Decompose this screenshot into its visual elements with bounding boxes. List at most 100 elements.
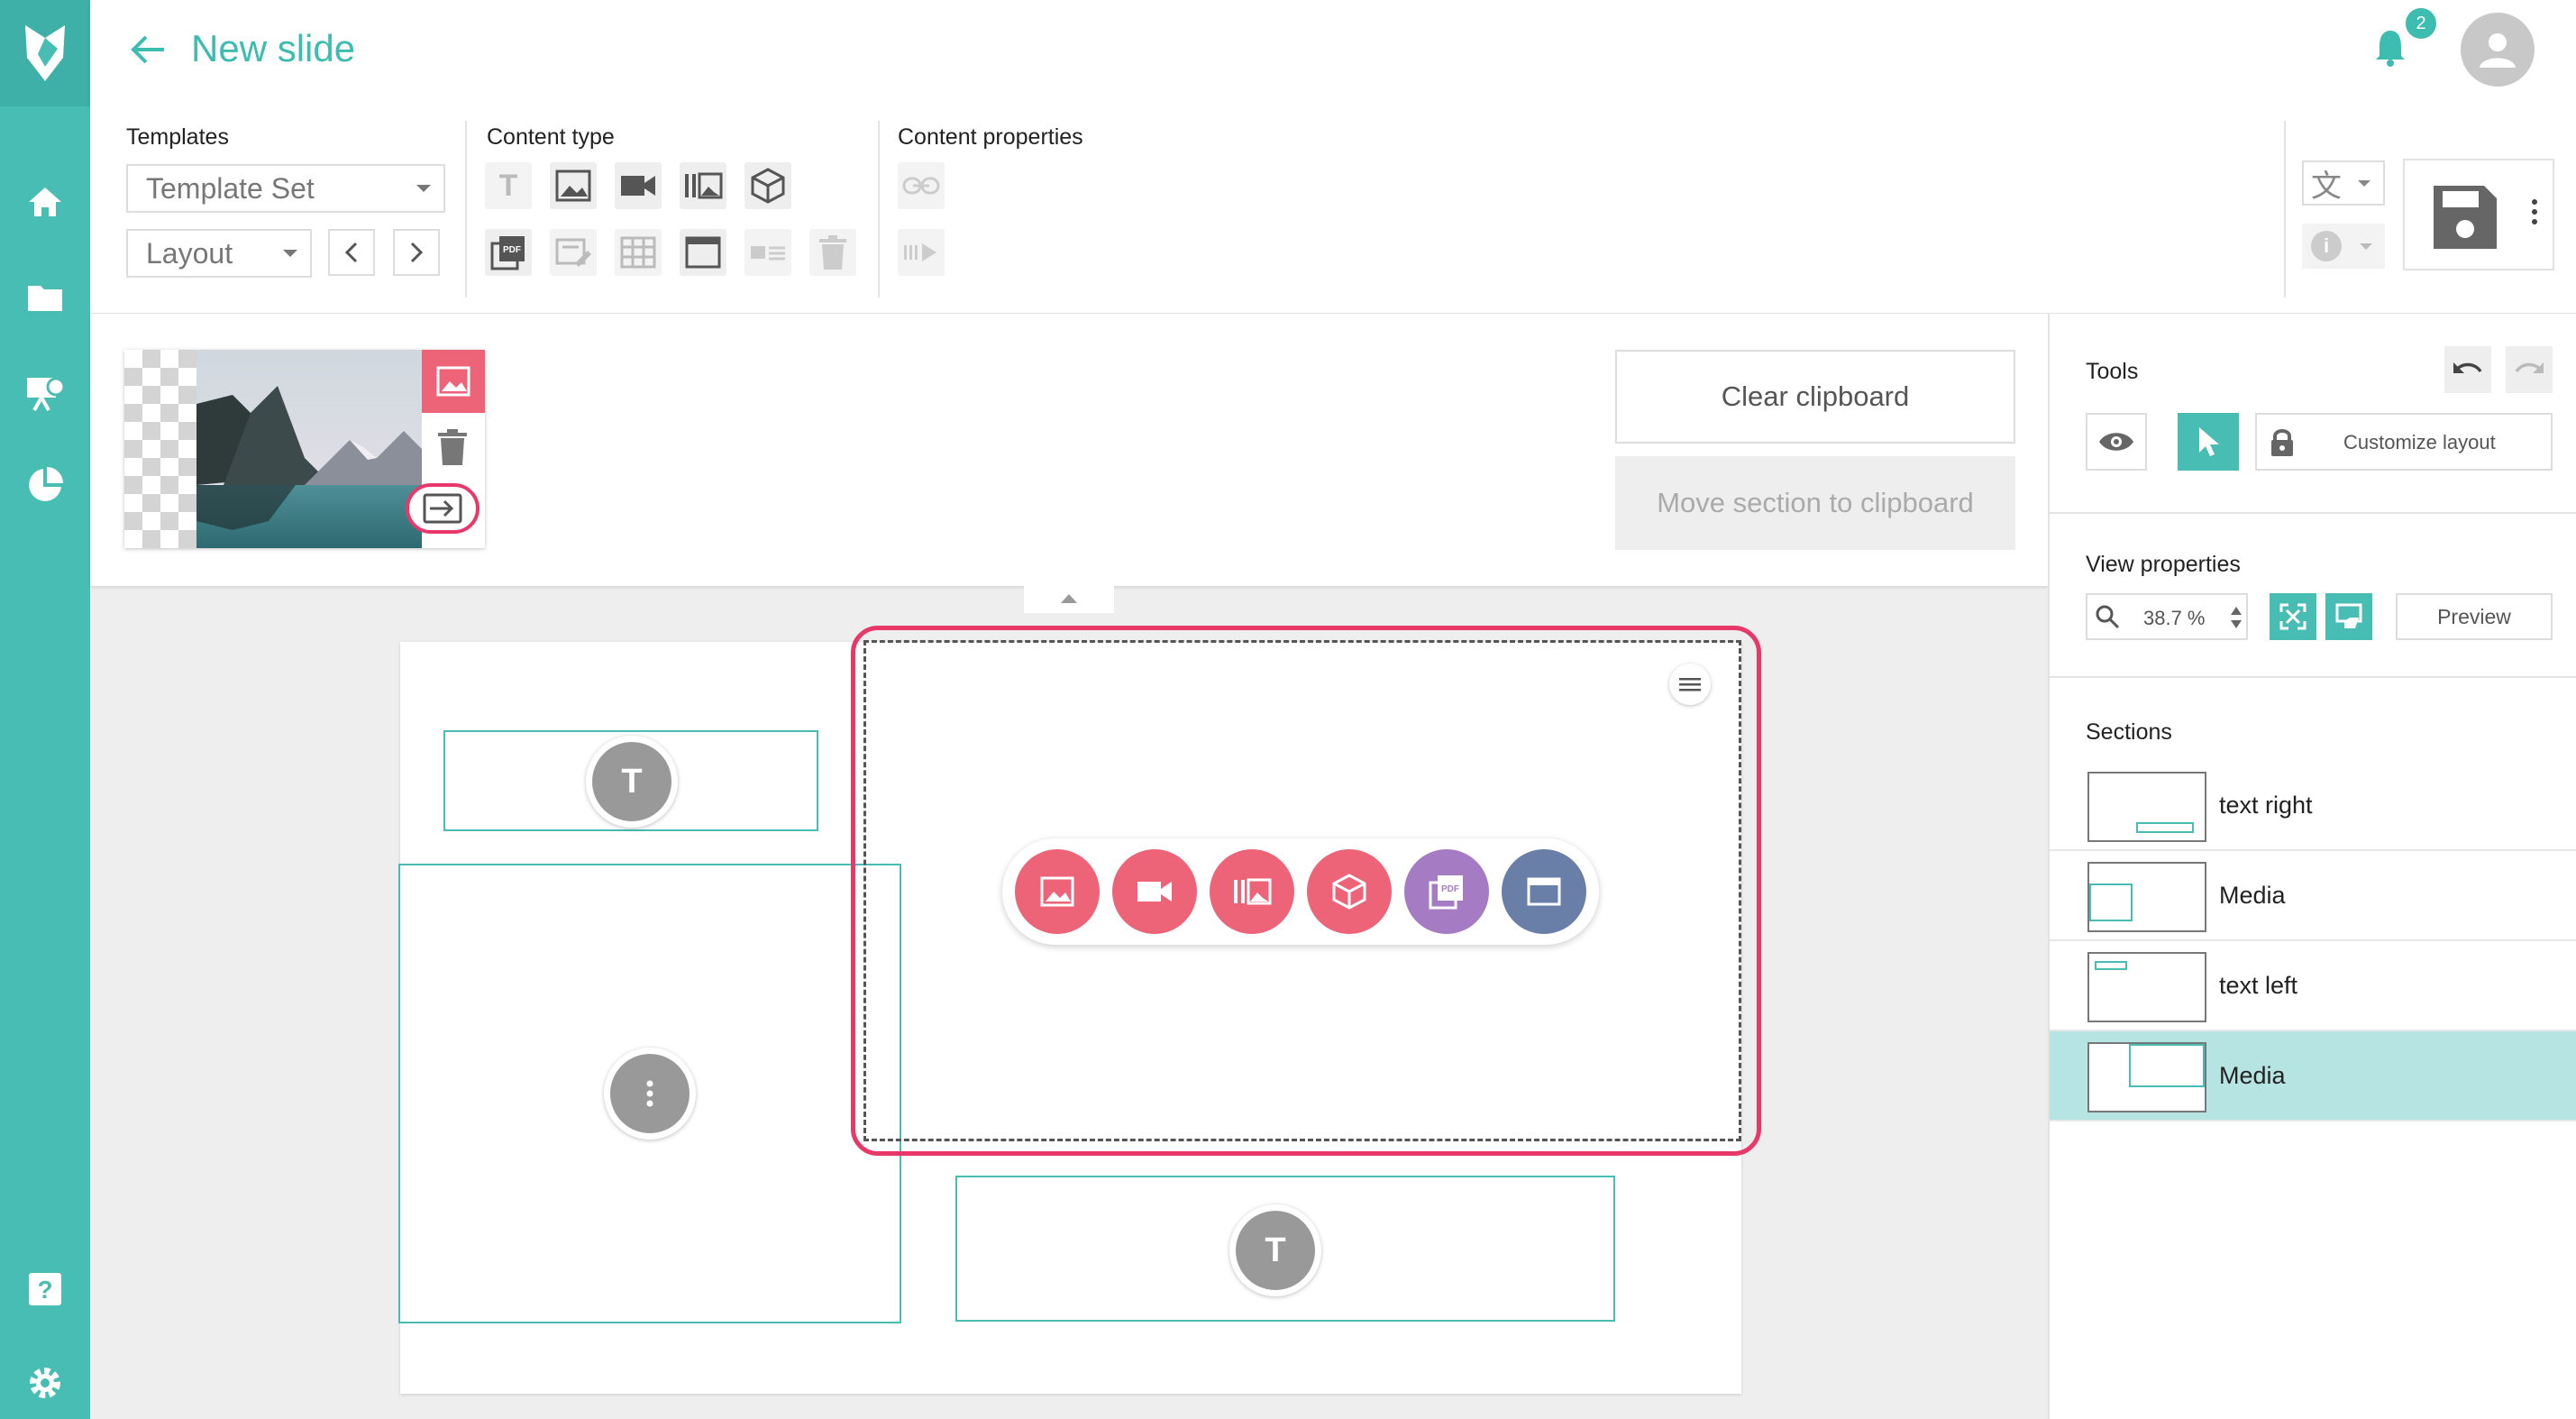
table-icon[interactable]	[615, 229, 662, 276]
view-properties-label: View properties	[2086, 552, 2241, 577]
section-item[interactable]: Media	[2050, 851, 2576, 941]
bell-icon[interactable]	[2372, 27, 2408, 69]
save-button[interactable]	[2403, 159, 2554, 270]
undo-icon[interactable]	[2444, 346, 2491, 393]
text-glyph-icon: T	[592, 742, 671, 821]
fit-screen-icon[interactable]	[2270, 593, 2316, 640]
fox-logo-icon[interactable]	[0, 0, 90, 106]
section-name: Media	[2219, 1062, 2286, 1089]
page-title: New slide	[191, 27, 356, 69]
more-vert-icon[interactable]	[2531, 198, 2538, 225]
clipboard-item[interactable]	[124, 350, 485, 548]
move-section-to-clipboard-button[interactable]: Move section to clipboard	[1615, 456, 2015, 550]
3d-cube-icon[interactable]	[1307, 849, 1392, 934]
back-arrow-icon[interactable]	[130, 34, 166, 65]
panel-divider	[2050, 676, 2576, 678]
presentation-icon[interactable]	[20, 368, 70, 418]
translate-icon: 文	[2311, 169, 2342, 204]
section-name: Media	[2219, 882, 2286, 909]
section-item[interactable]: text right	[2050, 761, 2576, 851]
customize-layout-label: Customize layout	[2343, 431, 2496, 453]
clear-clipboard-button[interactable]: Clear clipboard	[1615, 350, 2015, 444]
layout-next-button[interactable]	[393, 229, 440, 276]
gallery-icon[interactable]	[1210, 849, 1294, 934]
help-icon[interactable]: ?	[20, 1264, 70, 1314]
redo-icon[interactable]	[2506, 346, 2553, 393]
image-icon[interactable]	[1015, 849, 1100, 934]
layout-select[interactable]: Layout	[126, 229, 312, 278]
section-options-button[interactable]	[604, 1048, 696, 1140]
tools-label: Tools	[2086, 359, 2139, 384]
customize-layout-button[interactable]: Customize layout	[2255, 413, 2553, 471]
video-icon[interactable]	[1112, 849, 1197, 934]
section-item-selected[interactable]: Media	[2050, 1031, 2576, 1121]
gallery-icon[interactable]	[680, 162, 726, 209]
left-rail: ?	[0, 0, 90, 1419]
preview-button[interactable]: Preview	[2396, 593, 2553, 640]
image-icon[interactable]	[550, 162, 597, 209]
pdf-icon[interactable]: PDF	[1404, 849, 1489, 934]
window-icon[interactable]	[1502, 849, 1586, 934]
svg-text:PDF: PDF	[1441, 884, 1459, 894]
text-icon[interactable]: T	[485, 162, 532, 209]
lock-icon	[2270, 427, 2295, 458]
clipboard-area: Clear clipboard Move section to clipboar…	[90, 314, 2048, 586]
zoom-input[interactable]: 38.7 %	[2086, 593, 2248, 640]
window-icon[interactable]	[680, 229, 726, 276]
panel-divider	[2050, 512, 2576, 514]
card-icon[interactable]	[744, 229, 791, 276]
language-select[interactable]: 文	[2302, 160, 2385, 206]
templates-label: Templates	[126, 124, 229, 150]
settings-icon[interactable]	[20, 1358, 70, 1408]
home-icon[interactable]	[20, 177, 70, 227]
video-icon[interactable]	[615, 162, 662, 209]
search-zoom-icon	[2095, 604, 2120, 629]
form-icon[interactable]	[550, 229, 597, 276]
section-thumbnail	[2087, 772, 2206, 842]
more-vert-icon	[610, 1054, 690, 1133]
template-set-value: Template Set	[146, 171, 315, 205]
toolbar-divider	[465, 121, 467, 298]
toolbar-divider	[878, 121, 880, 298]
trash-icon[interactable]	[809, 229, 856, 276]
section-menu-icon[interactable]	[1669, 664, 1711, 705]
content-properties-label: Content properties	[898, 124, 1083, 150]
right-panel: Tools Customize layout View properties 3…	[2048, 314, 2576, 1419]
preview-eye-icon[interactable]	[2086, 413, 2147, 471]
svg-text:?: ?	[37, 1276, 52, 1304]
link-icon[interactable]	[898, 162, 945, 209]
layout-prev-button[interactable]	[328, 229, 375, 276]
text-glyph-icon: T	[1236, 1211, 1315, 1290]
folder-icon[interactable]	[20, 272, 70, 323]
template-set-select[interactable]: Template Set	[126, 164, 445, 213]
section-thumbnail	[2087, 862, 2206, 932]
insert-section-icon[interactable]	[406, 483, 480, 534]
toolbar-divider	[2284, 121, 2286, 298]
zoom-stepper-icon[interactable]	[2230, 604, 2243, 631]
svg-text:PDF: PDF	[503, 245, 521, 255]
delete-clip-icon[interactable]	[438, 429, 467, 465]
add-text-button[interactable]: T	[1229, 1204, 1321, 1296]
toolbar: Templates Template Set Layout Content ty…	[90, 106, 2576, 314]
notification-badge: 2	[2403, 5, 2439, 41]
device-preview-icon[interactable]	[2325, 593, 2372, 640]
collapse-clipboard-toggle[interactable]	[1024, 584, 1114, 613]
section-name: text right	[2219, 792, 2313, 819]
add-text-button[interactable]: T	[586, 736, 678, 828]
image-type-icon[interactable]	[422, 350, 485, 413]
user-avatar-icon[interactable]	[2461, 13, 2535, 87]
animation-icon[interactable]	[898, 229, 945, 276]
pie-chart-icon[interactable]	[20, 460, 70, 510]
mountain-lake-image	[196, 350, 422, 548]
section-name: text left	[2219, 972, 2298, 999]
content-type-label: Content type	[487, 124, 615, 150]
floppy-disk-icon	[2432, 184, 2498, 251]
top-header: New slide 2	[90, 0, 2576, 106]
section-thumbnail	[2087, 1042, 2206, 1112]
3d-cube-icon[interactable]	[744, 162, 791, 209]
section-item[interactable]: text left	[2050, 941, 2576, 1031]
caret-up-icon	[1061, 594, 1077, 603]
info-select[interactable]: i	[2302, 224, 2385, 269]
select-pointer-icon[interactable]	[2178, 413, 2239, 471]
pdf-icon[interactable]: PDF	[485, 229, 532, 276]
